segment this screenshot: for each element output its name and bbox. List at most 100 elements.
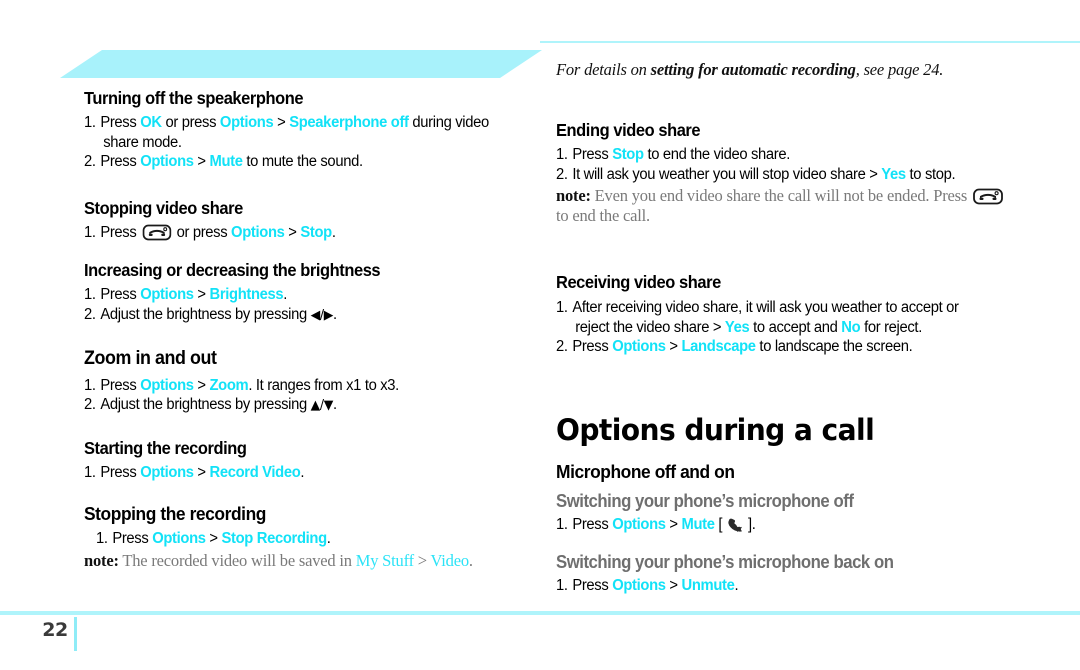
cross-reference-text: For details on setting for automatic rec… xyxy=(556,60,996,80)
step-item: 2. Press Options > Landscape to landscape… xyxy=(556,337,993,356)
step-number: 2. xyxy=(84,152,96,170)
step-item: 1. Press Options > Brightness. xyxy=(84,285,497,304)
section-turning-off-speakerphone: Turning off the speakerphone 1. Press OK … xyxy=(84,88,514,171)
step-number: 2. xyxy=(556,165,568,183)
step-item: 2. Adjust the brightness by pressing ▲/▼. xyxy=(84,395,497,414)
mute-microphone-icon xyxy=(728,518,742,532)
sub-heading-microphone: Microphone off and on xyxy=(556,461,735,482)
highlighted-term: Video xyxy=(430,550,470,570)
body-text: Press xyxy=(572,337,613,355)
page-number: 22 xyxy=(42,619,68,641)
body-text: to end the video share. xyxy=(643,146,791,164)
header-rule xyxy=(540,41,1080,43)
step-item: 1. Press Options > Mute [ ]. xyxy=(556,515,993,534)
body-text: to landscape the screen. xyxy=(755,337,913,355)
end-call-key-icon xyxy=(973,188,1003,205)
step-item: 1. Press Stop to end the video share. xyxy=(556,145,993,164)
step-number: 1. xyxy=(556,576,568,594)
page-number-divider xyxy=(74,617,77,651)
body-text: Press xyxy=(100,286,141,304)
section-zoom: Zoom in and out 1. Press Options > Zoom. … xyxy=(84,348,514,415)
body-text: . xyxy=(283,286,288,304)
highlighted-term: Options xyxy=(140,376,194,394)
highlighted-term: Stop xyxy=(612,146,644,164)
step-item: 1. Press Options > Record Video. xyxy=(84,463,497,482)
body-text: > xyxy=(413,550,431,570)
section-mic-on: Switching your phone’s microphone back o… xyxy=(556,552,1011,595)
body-text: > xyxy=(665,576,682,594)
highlighted-term: Options xyxy=(140,464,194,482)
body-text: The recorded video will be saved in xyxy=(118,550,356,570)
body-text: Even you end video share the call will n… xyxy=(590,185,971,205)
section-brightness: Increasing or decreasing the brightness … xyxy=(84,260,514,324)
body-text: Adjust the brightness by pressing xyxy=(100,305,311,323)
body-text: > xyxy=(193,152,210,170)
body-text: . xyxy=(331,224,336,242)
reference-text: , see page 24. xyxy=(855,60,944,79)
body-text: Press xyxy=(572,146,613,164)
highlighted-term: Unmute xyxy=(681,576,735,594)
step-number: 2. xyxy=(84,396,96,414)
step-list: 1. After receiving video share, it will a… xyxy=(556,298,1011,356)
body-text: ]. xyxy=(744,515,756,533)
body-text: > xyxy=(193,376,210,394)
step-item: 1. Press or press Options > Stop. xyxy=(84,223,497,242)
step-number: 2. xyxy=(556,337,568,355)
section-heading: Increasing or decreasing the brightness xyxy=(84,260,381,280)
highlighted-term: Options xyxy=(231,224,285,242)
section-ending-video-share: Ending video share 1. Press Stop to end t… xyxy=(556,120,1011,227)
reference-text: For details on xyxy=(556,60,651,79)
body-text: > xyxy=(665,337,682,355)
navigation-arrow-glyph: ▲/▼ xyxy=(310,398,334,414)
step-list: 1. Press or press Options > Stop. xyxy=(84,223,514,242)
body-text: to stop. xyxy=(905,165,956,183)
step-number: 1. xyxy=(556,515,568,533)
step-item: 1. Press Options > Stop Recording. xyxy=(96,529,509,548)
step-item: 2. Adjust the brightness by pressing ◀/▶. xyxy=(84,305,497,324)
note-text: note: The recorded video will be saved i… xyxy=(84,551,504,571)
highlighted-term: Options xyxy=(152,530,206,548)
highlighted-term: Yes xyxy=(881,165,906,183)
step-item: 1. Press Options > Unmute. xyxy=(556,576,993,595)
step-number: 2. xyxy=(84,305,96,323)
body-text: . xyxy=(333,396,337,414)
step-number: 1. xyxy=(84,286,96,304)
manual-page: 22 Turning off the speakerphone 1. Press … xyxy=(0,0,1080,670)
highlighted-term: OK xyxy=(140,114,162,132)
step-item: 1. Press Options > Zoom. It ranges from x… xyxy=(84,376,497,395)
note-text: note: Even you end video share the call … xyxy=(556,186,1006,227)
step-number: 1. xyxy=(556,299,568,317)
highlighted-term: Options xyxy=(140,152,194,170)
body-text: . It ranges from x1 to x3. xyxy=(248,376,399,394)
step-item: 1. Press OK or press Options > Speakerpho… xyxy=(84,113,497,152)
step-number: 1. xyxy=(96,530,108,548)
highlighted-term: Record Video xyxy=(209,464,301,482)
section-heading: Switching your phone’s microphone off xyxy=(556,491,854,511)
section-heading: Receiving video share xyxy=(556,272,721,292)
step-list: 1. Press Options > Record Video. xyxy=(84,463,514,482)
step-number: 1. xyxy=(84,114,96,132)
step-list: 1. Press Options > Brightness. 2. Adjust th… xyxy=(84,285,514,324)
body-text: > xyxy=(193,464,210,482)
body-text: > xyxy=(284,224,301,242)
highlighted-term: My Stuff xyxy=(355,550,414,570)
step-number: 1. xyxy=(84,224,96,242)
body-text: to end the call. xyxy=(556,206,650,226)
body-text: to accept and xyxy=(749,318,842,336)
step-number: 1. xyxy=(84,464,96,482)
body-text: Press xyxy=(100,152,141,170)
end-call-key-icon xyxy=(142,224,171,241)
body-text: > xyxy=(205,530,222,548)
section-heading: Stopping the recording xyxy=(84,503,266,524)
highlighted-term: Options xyxy=(140,286,194,304)
step-item: 2. Press Options > Mute to mute the sound… xyxy=(84,152,497,171)
header-swoosh-decoration xyxy=(60,50,542,78)
highlighted-term: Speakerphone off xyxy=(289,114,409,132)
body-text: > xyxy=(193,286,210,304)
body-text: . xyxy=(468,550,473,570)
body-text: Press xyxy=(100,114,141,132)
step-list: 1. Press Options > Unmute. xyxy=(556,576,1011,595)
highlighted-term: Stop xyxy=(300,224,332,242)
chapter-title: Options during a call xyxy=(556,413,875,447)
section-heading: Zoom in and out xyxy=(84,348,217,369)
